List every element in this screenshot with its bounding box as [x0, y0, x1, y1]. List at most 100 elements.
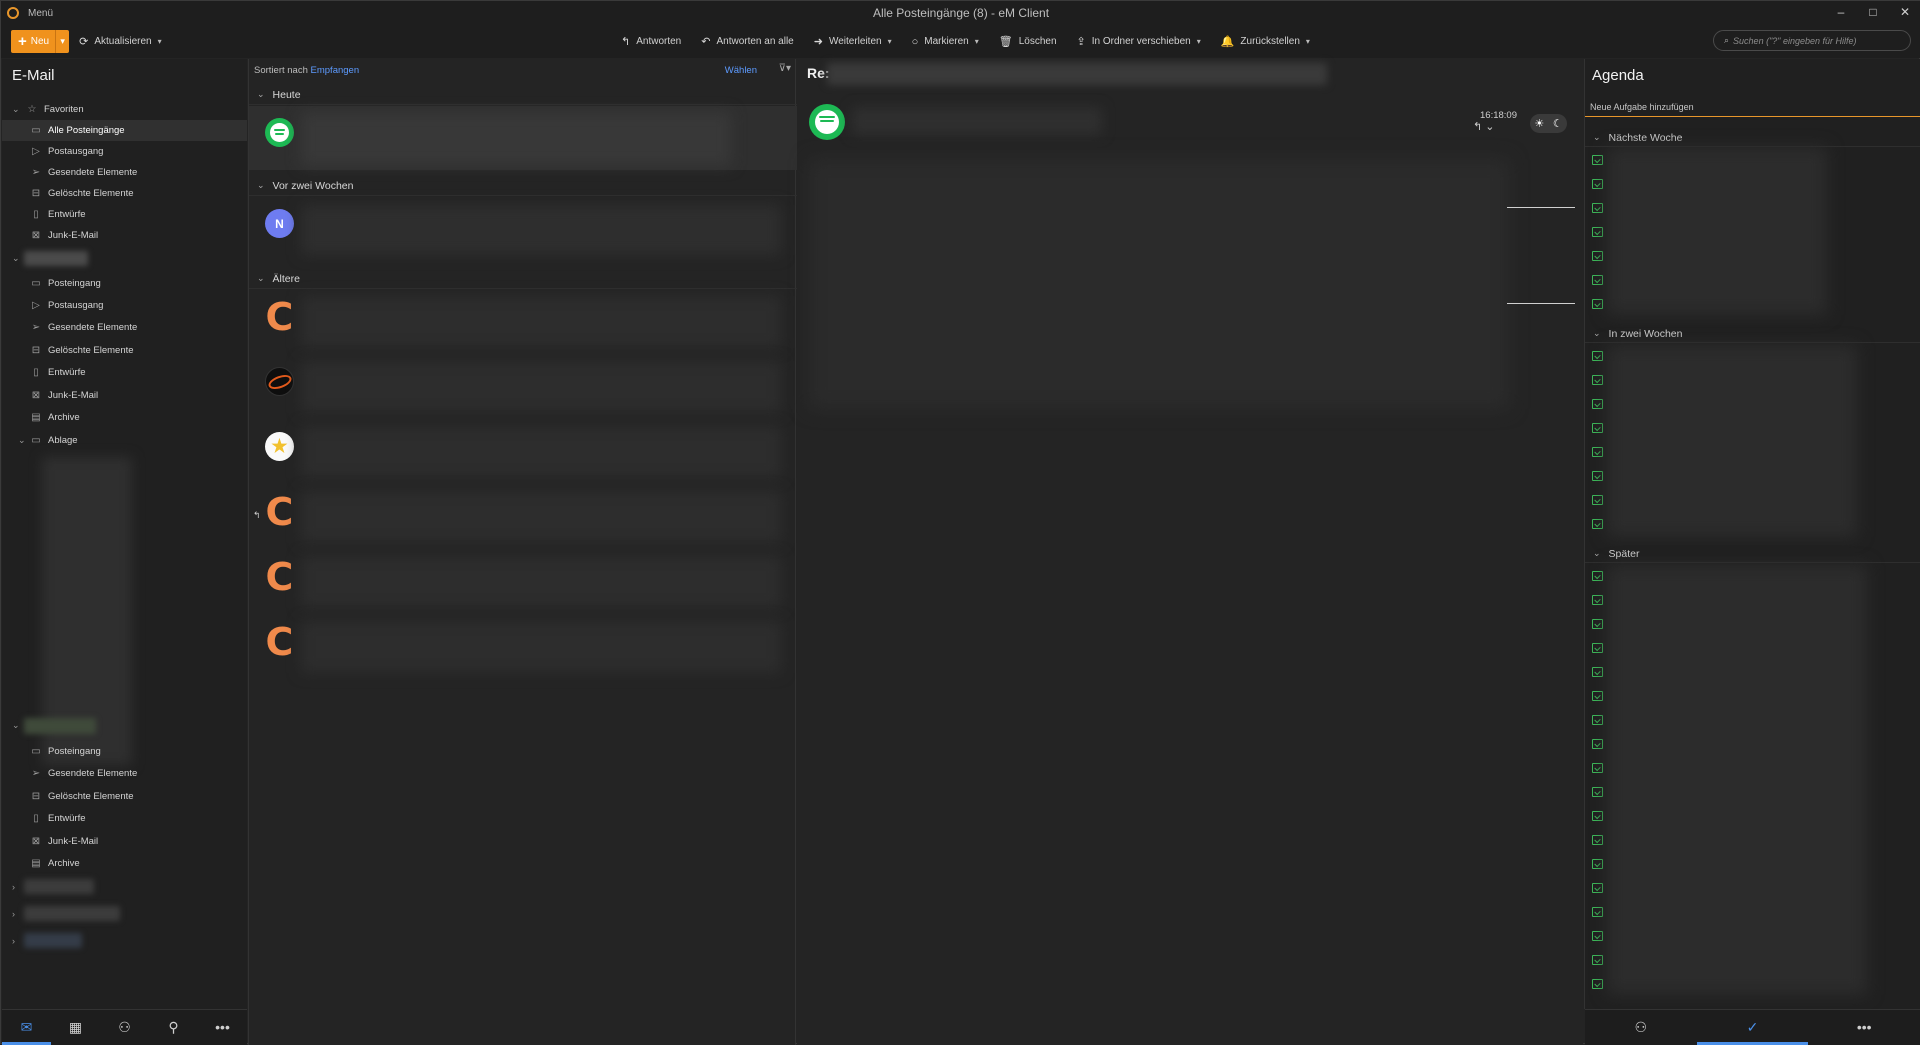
task-icon[interactable] [1592, 811, 1603, 821]
task-icon[interactable] [1592, 423, 1603, 433]
more-icon[interactable]: ••• [198, 1010, 247, 1045]
minimize-icon[interactable]: – [1825, 1, 1857, 25]
search-input[interactable]: ⌕ Suchen ("?" eingeben für Hilfe) [1713, 30, 1911, 51]
new-dropdown-icon[interactable]: ▾ [55, 30, 69, 53]
chevron-down-icon[interactable]: ▾ [888, 37, 892, 46]
chevron-down-icon[interactable]: ⌄ [18, 435, 26, 446]
contacts-icon[interactable]: ⚇ [1585, 1010, 1697, 1045]
task-icon[interactable] [1592, 399, 1603, 409]
task-icon[interactable] [1592, 375, 1603, 385]
chevron-right-icon[interactable]: › [12, 909, 15, 919]
task-icon[interactable] [1592, 859, 1603, 869]
agenda-group-next-week[interactable]: ⌄ Nächste Woche [1585, 129, 1920, 147]
chevron-down-icon[interactable]: ⌄ [257, 180, 265, 191]
task-icon[interactable] [1592, 447, 1603, 457]
account5-header[interactable]: › [2, 930, 247, 951]
calendar-icon[interactable]: ▦ [51, 1010, 100, 1045]
group-header-two-weeks[interactable]: ⌄ Vor zwei Wochen [249, 176, 797, 196]
task-icon[interactable] [1592, 979, 1603, 989]
list-item[interactable]: C [249, 550, 797, 614]
task-icon[interactable] [1592, 471, 1603, 481]
chevron-down-icon[interactable]: ⌄ [1593, 132, 1601, 143]
reply-button[interactable]: ↰ Antworten [621, 25, 681, 58]
task-icon[interactable] [1592, 227, 1603, 237]
list-item[interactable] [249, 106, 797, 170]
acc1-inbox[interactable]: ▭ Posteingang [2, 273, 247, 294]
tasks-check-icon[interactable]: ✓ [1696, 1010, 1809, 1045]
list-item[interactable]: ↰ C [249, 485, 797, 549]
close-icon[interactable]: ✕ [1889, 1, 1920, 25]
attachment-icon[interactable]: ⚲ [149, 1010, 198, 1045]
forward-button[interactable]: ➜ Weiterleiten ▾ [814, 25, 892, 58]
acc1-archive[interactable]: ▤ Archive [2, 407, 247, 428]
acc1-sent[interactable]: ➢ Gesendete Elemente [2, 317, 247, 338]
acc1-outbox[interactable]: ▷ Postausgang [2, 295, 247, 316]
mail-icon[interactable]: ✉ [2, 1010, 51, 1045]
favorites-header[interactable]: ⌄ ☆ Favoriten [2, 99, 247, 120]
list-item[interactable]: C [249, 290, 797, 354]
chevron-down-icon[interactable]: ⌄ [12, 720, 20, 731]
task-icon[interactable] [1592, 739, 1603, 749]
fav-outbox[interactable]: ▷ Postausgang [2, 141, 247, 162]
fav-sent[interactable]: ➢ Gesendete Elemente [2, 162, 247, 183]
task-icon[interactable] [1592, 955, 1603, 965]
acc1-deleted[interactable]: ⊟ Gelöschte Elemente [2, 340, 247, 361]
account3-header[interactable]: › [2, 876, 247, 897]
acc2-deleted[interactable]: ⊟ Gelöschte Elemente [2, 786, 247, 807]
chevron-down-icon[interactable]: ▾ [1197, 37, 1201, 46]
chevron-down-icon[interactable]: ⌄ [12, 253, 20, 264]
task-icon[interactable] [1592, 715, 1603, 725]
chevron-down-icon[interactable]: ⌄ [1593, 548, 1601, 559]
select-button[interactable]: Wählen [725, 65, 757, 76]
task-icon[interactable] [1592, 203, 1603, 213]
reply-options-icon[interactable]: ↰ ⌄ [1473, 120, 1495, 133]
chevron-right-icon[interactable]: › [12, 882, 15, 892]
chevron-down-icon[interactable]: ⌄ [1593, 328, 1601, 339]
refresh-button[interactable]: ⟳ Aktualisieren ▾ [79, 25, 162, 58]
task-icon[interactable] [1592, 835, 1603, 845]
menu-button[interactable]: Menü [28, 8, 53, 19]
chevron-down-icon[interactable]: ▾ [1306, 37, 1310, 46]
acc2-archive[interactable]: ▤ Archive [2, 853, 247, 874]
acc1-ablage[interactable]: ⌄ ▭ Ablage [2, 430, 247, 451]
task-icon[interactable] [1592, 931, 1603, 941]
group-header-older[interactable]: ⌄ Ältere [249, 269, 797, 289]
fav-deleted[interactable]: ⊟ Gelöschte Elemente [2, 183, 247, 204]
theme-toggle[interactable]: ☀ ☾ [1530, 114, 1567, 133]
chevron-down-icon[interactable]: ▾ [158, 37, 162, 46]
acc2-drafts[interactable]: ▯ Entwürfe [2, 808, 247, 829]
task-icon[interactable] [1592, 299, 1603, 309]
task-icon[interactable] [1592, 619, 1603, 629]
agenda-group-later[interactable]: ⌄ Später [1585, 545, 1920, 563]
chevron-right-icon[interactable]: › [12, 936, 15, 946]
more-icon[interactable]: ••• [1808, 1010, 1920, 1045]
list-item[interactable]: C [249, 615, 797, 679]
chevron-down-icon[interactable]: ⌄ [257, 89, 265, 100]
task-icon[interactable] [1592, 595, 1603, 605]
task-icon[interactable] [1592, 155, 1603, 165]
chevron-down-icon[interactable]: ⌄ [12, 104, 20, 115]
task-icon[interactable] [1592, 571, 1603, 581]
task-icon[interactable] [1592, 179, 1603, 189]
task-icon[interactable] [1592, 643, 1603, 653]
list-item[interactable] [249, 355, 797, 419]
maximize-icon[interactable]: □ [1857, 1, 1889, 25]
snooze-button[interactable]: 🔔 Zurückstellen ▾ [1221, 25, 1310, 58]
fav-junk[interactable]: ⊠ Junk-E-Mail [2, 225, 247, 246]
account2-header[interactable]: ⌄ [2, 715, 247, 736]
fav-all-inboxes[interactable]: ▭ Alle Posteingänge [2, 120, 247, 141]
acc1-drafts[interactable]: ▯ Entwürfe [2, 362, 247, 383]
sort-indicator[interactable]: Sortiert nach Empfangen [254, 65, 359, 76]
acc2-sent[interactable]: ➢ Gesendete Elemente [2, 763, 247, 784]
task-icon[interactable] [1592, 691, 1603, 701]
task-icon[interactable] [1592, 495, 1603, 505]
delete-button[interactable]: 🗑 Löschen [999, 25, 1057, 58]
new-button[interactable]: + Neu ▾ [11, 30, 70, 53]
chevron-down-icon[interactable]: ⌄ [257, 273, 265, 284]
group-header-today[interactable]: ⌄ Heute [249, 85, 797, 105]
sort-field[interactable]: Empfangen [311, 65, 360, 76]
contacts-icon[interactable]: ⚇ [100, 1010, 149, 1045]
filter-icon[interactable]: ⊽▾ [779, 63, 791, 74]
acc2-junk[interactable]: ⊠ Junk-E-Mail [2, 831, 247, 852]
chevron-down-icon[interactable]: ▾ [975, 37, 979, 46]
